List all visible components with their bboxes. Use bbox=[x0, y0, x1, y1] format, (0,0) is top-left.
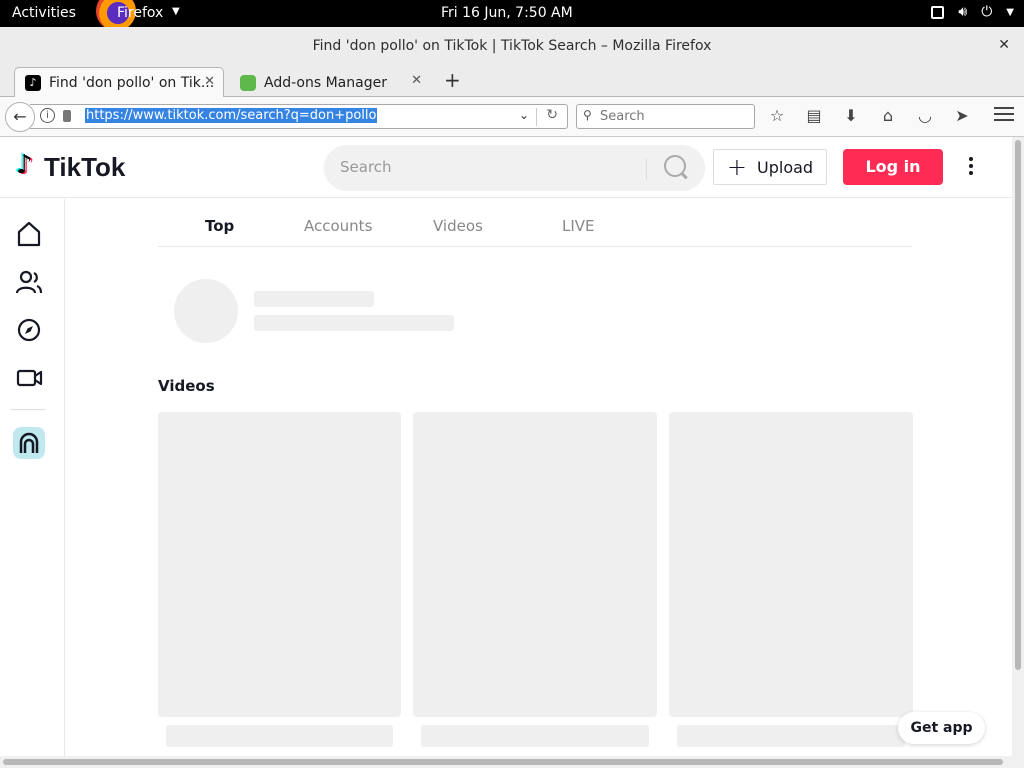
lock-icon[interactable] bbox=[63, 110, 71, 122]
app-menu-label: Firefox bbox=[117, 5, 164, 21]
tiktok-favicon-icon: ♪ bbox=[25, 75, 41, 91]
get-app-button[interactable]: Get app bbox=[898, 712, 985, 744]
send-icon[interactable]: ➤ bbox=[951, 106, 973, 125]
app-menu[interactable]: Firefox ▼ bbox=[96, 0, 180, 31]
video-card-placeholder[interactable] bbox=[158, 412, 401, 717]
home-icon[interactable]: ⌂ bbox=[877, 106, 899, 125]
tab-label: Find 'don pollo' on Tik... bbox=[49, 75, 215, 91]
menu-hamburger-icon[interactable] bbox=[994, 107, 1014, 125]
url-text[interactable]: https://www.tiktok.com/search?q=don+poll… bbox=[85, 108, 378, 123]
search-result-tabs: Top Accounts Videos LIVE bbox=[158, 199, 912, 247]
navigation-toolbar: i https://www.tiktok.com/search?q=don+po… bbox=[0, 97, 1024, 137]
tiktok-header: TikTok Search + Upload Log in bbox=[0, 137, 1012, 198]
tab-close-icon[interactable]: ✕ bbox=[204, 74, 215, 89]
pocket-icon[interactable]: ◡ bbox=[914, 106, 936, 125]
explore-compass-icon[interactable] bbox=[14, 315, 44, 345]
system-top-bar: Activities Firefox ▼ Fri 16 Jun, 7:50 AM… bbox=[0, 0, 1024, 31]
live-arch-icon bbox=[19, 432, 39, 453]
download-icon[interactable]: ⬇ bbox=[840, 106, 862, 125]
system-tray[interactable]: 🔊︎ ⏻ ▼ bbox=[931, 4, 1014, 20]
search-icon: ⚲ bbox=[583, 108, 592, 122]
video-caption-placeholder bbox=[677, 725, 905, 747]
power-icon[interactable]: ⏻ bbox=[981, 4, 992, 20]
tiktok-sidebar bbox=[0, 199, 65, 756]
chevron-down-icon[interactable]: ⌄ bbox=[519, 108, 529, 122]
tab-bar: ♪ Find 'don pollo' on Tik... ✕ Add-ons M… bbox=[0, 65, 1024, 98]
url-separator bbox=[536, 108, 537, 126]
puzzle-icon bbox=[240, 74, 256, 91]
account-desc-placeholder bbox=[254, 315, 454, 331]
library-icon[interactable]: ▤ bbox=[803, 106, 825, 125]
upload-label: Upload bbox=[757, 157, 814, 177]
scrollbar-thumb[interactable] bbox=[1015, 140, 1021, 670]
tab-top[interactable]: Top bbox=[205, 217, 234, 235]
back-arrow-icon[interactable]: ← bbox=[5, 102, 35, 132]
volume-icon[interactable]: 🔊︎ bbox=[958, 4, 967, 20]
tab-close-icon[interactable]: ✕ bbox=[411, 73, 422, 88]
following-users-icon[interactable] bbox=[14, 267, 44, 297]
tab-addons-manager[interactable]: Add-ons Manager ✕ bbox=[230, 67, 430, 98]
tiktok-search-placeholder: Search bbox=[340, 158, 392, 176]
live-video-icon[interactable] bbox=[14, 363, 44, 393]
caret-down-icon[interactable]: ▼ bbox=[1006, 7, 1014, 18]
activities-button[interactable]: Activities bbox=[12, 5, 76, 21]
tab-videos[interactable]: Videos bbox=[433, 217, 483, 235]
tab-accounts[interactable]: Accounts bbox=[304, 217, 372, 235]
browser-search-input[interactable]: ⚲ Search bbox=[576, 104, 755, 129]
tab-live[interactable]: LIVE bbox=[562, 217, 595, 235]
plus-icon: + bbox=[726, 153, 748, 181]
login-button[interactable]: Log in bbox=[843, 149, 943, 185]
window-titlebar: Find 'don pollo' on TikTok | TikTok Sear… bbox=[0, 27, 1024, 65]
window-icon[interactable] bbox=[931, 5, 945, 19]
search-icon[interactable] bbox=[664, 155, 686, 177]
more-options-icon[interactable] bbox=[969, 157, 977, 178]
account-avatar-placeholder bbox=[174, 279, 238, 343]
account-name-placeholder bbox=[254, 291, 374, 307]
tiktok-note-icon bbox=[16, 150, 40, 182]
clock[interactable]: Fri 16 Jun, 7:50 AM bbox=[441, 5, 573, 21]
window-close-icon[interactable]: ✕ bbox=[998, 37, 1010, 53]
web-page: TikTok Search + Upload Log in bbox=[0, 137, 1012, 756]
browser-search-placeholder: Search bbox=[600, 109, 645, 124]
home-icon[interactable] bbox=[14, 219, 44, 249]
new-tab-plus-icon[interactable]: + bbox=[444, 68, 461, 92]
video-caption-placeholder bbox=[166, 725, 393, 747]
toolbar-icons: ☆ ▤ ⬇ ⌂ ◡ ➤ bbox=[766, 106, 973, 125]
bookmark-star-icon[interactable]: ☆ bbox=[766, 106, 788, 125]
search-divider bbox=[646, 158, 647, 180]
reload-icon[interactable]: ↻ bbox=[546, 107, 558, 123]
scrollbar-thumb[interactable] bbox=[3, 759, 1003, 765]
window-title: Find 'don pollo' on TikTok | TikTok Sear… bbox=[312, 38, 712, 54]
tiktok-logo[interactable]: TikTok bbox=[16, 150, 126, 183]
caret-down-icon: ▼ bbox=[172, 6, 180, 17]
site-info-icon[interactable]: i bbox=[40, 108, 55, 123]
sidebar-divider bbox=[10, 409, 46, 410]
tab-label: Add-ons Manager bbox=[264, 74, 387, 91]
videos-section-heading: Videos bbox=[158, 377, 215, 395]
tab-tiktok-search[interactable]: ♪ Find 'don pollo' on Tik... ✕ bbox=[14, 67, 224, 98]
video-card-placeholder[interactable] bbox=[413, 412, 657, 717]
tiktok-wordmark: TikTok bbox=[44, 152, 126, 182]
tiktok-search-input[interactable]: Search bbox=[324, 145, 705, 191]
live-creator-avatar[interactable] bbox=[13, 427, 45, 459]
horizontal-scrollbar[interactable] bbox=[0, 756, 1024, 768]
video-caption-placeholder bbox=[421, 725, 649, 747]
video-card-placeholder[interactable] bbox=[669, 412, 913, 717]
url-bar[interactable]: i https://www.tiktok.com/search?q=don+po… bbox=[30, 104, 568, 129]
vertical-scrollbar[interactable] bbox=[1012, 137, 1024, 756]
upload-button[interactable]: + Upload bbox=[713, 149, 827, 185]
